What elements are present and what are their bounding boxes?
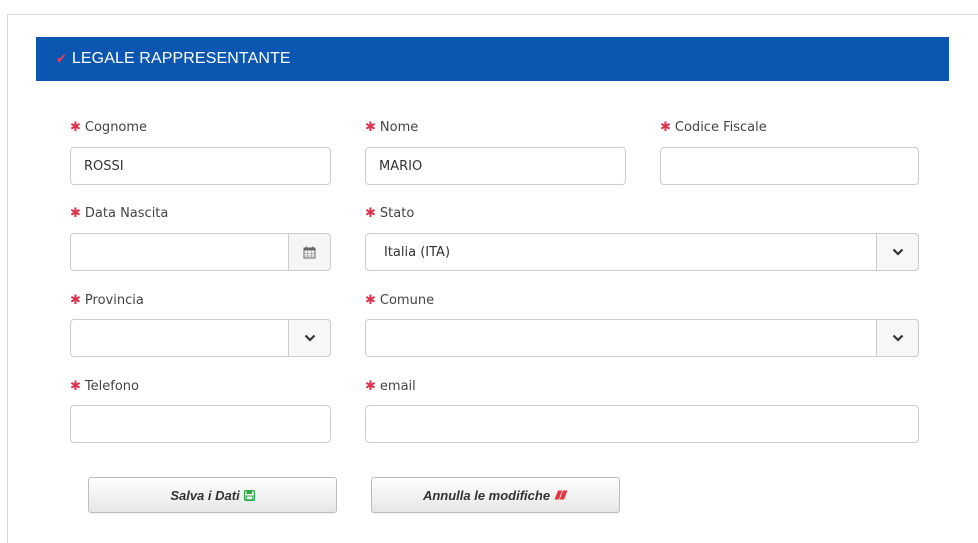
- stato-dropdown-toggle[interactable]: [876, 233, 919, 271]
- data-nascita-label: ✱ Data Nascita: [70, 205, 169, 221]
- email-input[interactable]: [365, 405, 919, 443]
- section-title: LEGALE RAPPRESENTANTE: [71, 50, 291, 67]
- provincia-label: ✱ Provincia: [70, 292, 144, 308]
- comune-dropdown-toggle[interactable]: [876, 319, 919, 357]
- codice-fiscale-label: ✱ Codice Fiscale: [660, 119, 767, 135]
- eraser-icon: [554, 490, 568, 500]
- floppy-disk-icon: [243, 489, 255, 501]
- data-nascita-input[interactable]: [70, 233, 331, 271]
- check-icon: ✔: [56, 51, 67, 67]
- nome-input[interactable]: MARIO: [365, 147, 626, 185]
- provincia-dropdown-toggle[interactable]: [288, 319, 331, 357]
- required-asterisk-icon: ✱: [70, 292, 81, 308]
- required-asterisk-icon: ✱: [660, 119, 671, 135]
- required-asterisk-icon: ✱: [365, 378, 376, 394]
- required-asterisk-icon: ✱: [365, 292, 376, 308]
- required-asterisk-icon: ✱: [70, 119, 81, 135]
- required-asterisk-icon: ✱: [70, 378, 81, 394]
- cognome-input[interactable]: ROSSI: [70, 147, 331, 185]
- stato-select[interactable]: Italia (ITA): [365, 233, 919, 271]
- email-label: ✱ email: [365, 378, 416, 394]
- telefono-label: ✱ Telefono: [70, 378, 139, 394]
- required-asterisk-icon: ✱: [365, 119, 376, 135]
- cancel-button[interactable]: Annulla le modifiche: [371, 477, 620, 513]
- save-button[interactable]: Salva i Dati: [88, 477, 337, 513]
- chevron-down-icon: [892, 334, 903, 342]
- section-header: ✔ LEGALE RAPPRESENTANTE: [36, 37, 949, 81]
- chevron-down-icon: [892, 248, 903, 256]
- chevron-down-icon: [304, 334, 315, 342]
- comune-label: ✱ Comune: [365, 292, 435, 308]
- nome-label: ✱ Nome: [365, 119, 419, 135]
- codice-fiscale-input[interactable]: [660, 147, 919, 185]
- telefono-input[interactable]: [70, 405, 331, 443]
- stato-label: ✱ Stato: [365, 205, 415, 221]
- cognome-label: ✱ Cognome: [70, 119, 148, 135]
- provincia-select[interactable]: [70, 319, 331, 357]
- comune-select[interactable]: [365, 319, 919, 357]
- calendar-button[interactable]: [288, 233, 331, 271]
- required-asterisk-icon: ✱: [70, 205, 81, 221]
- required-asterisk-icon: ✱: [365, 205, 376, 221]
- calendar-icon: [303, 246, 316, 258]
- page-frame: [7, 14, 978, 543]
